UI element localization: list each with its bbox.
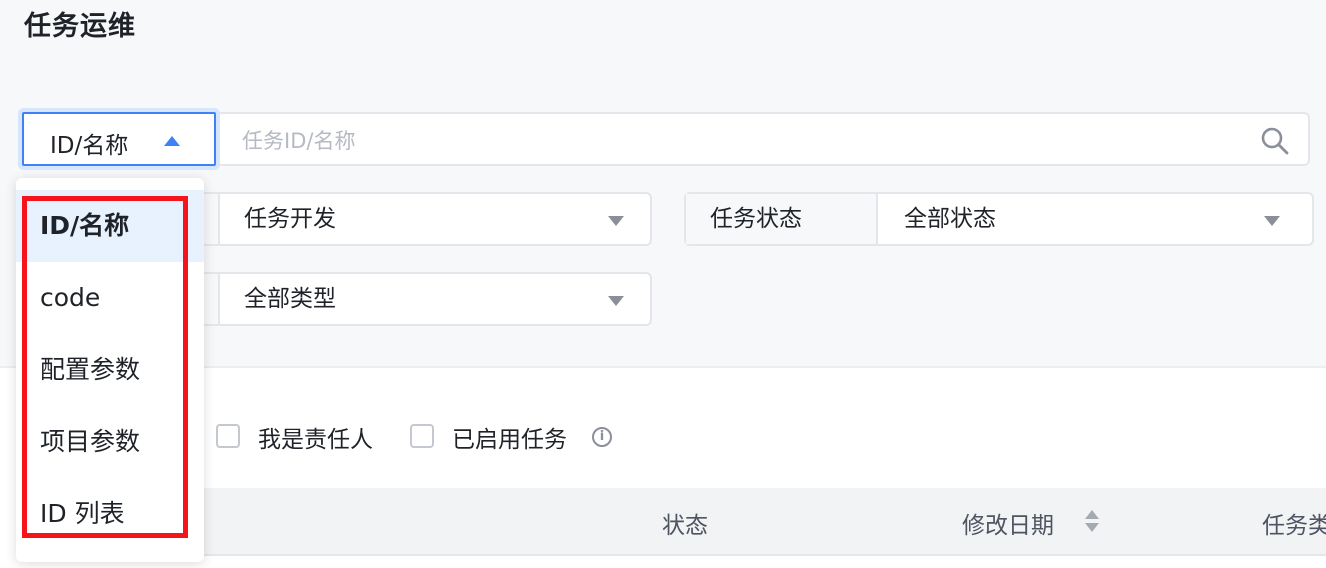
dropdown-option-project-params[interactable]: 项目参数 — [16, 406, 204, 478]
status-filter-select[interactable]: 任务状态 全部状态 — [684, 192, 1314, 246]
dropdown-option-config-params[interactable]: 配置参数 — [16, 334, 204, 406]
enabled-checkbox-box[interactable] — [410, 424, 434, 448]
search-input-wrapper — [220, 112, 1310, 166]
column-header-modified-date[interactable]: 修改日期 — [962, 506, 1054, 540]
column-header-task-type: 任务类 — [1262, 513, 1326, 539]
search-row: ID/名称 — [22, 112, 1312, 168]
search-type-dropdown-menu: ID/名称 code 配置参数 项目参数 ID 列表 — [16, 178, 204, 562]
search-type-value: ID/名称 — [50, 133, 129, 159]
owner-checkbox-box[interactable] — [216, 424, 240, 448]
status-filter-label: 任务状态 — [686, 194, 878, 244]
dropdown-option-id-name[interactable]: ID/名称 — [16, 190, 204, 262]
dropdown-option-id-list[interactable]: ID 列表 — [16, 478, 204, 550]
dropdown-option-code[interactable]: code — [16, 262, 204, 334]
enabled-checkbox-label[interactable]: 已启用任务 — [452, 420, 567, 454]
chevron-down-icon — [608, 216, 624, 226]
project-filter-value: 任务开发 — [244, 206, 336, 232]
type-filter-value: 全部类型 — [244, 286, 336, 312]
status-filter-value: 全部状态 — [904, 206, 996, 232]
chevron-down-icon — [1264, 216, 1280, 226]
page-title: 任务运维 — [24, 11, 136, 42]
sort-icon[interactable] — [1084, 508, 1100, 534]
info-icon[interactable]: i — [592, 427, 612, 447]
table-header: 状态 修改日期 任务类 — [24, 488, 1326, 556]
caret-up-icon — [164, 136, 180, 146]
search-icon[interactable] — [1260, 126, 1290, 156]
owner-checkbox-label[interactable]: 我是责任人 — [258, 420, 373, 454]
search-type-select[interactable]: ID/名称 — [22, 112, 216, 166]
column-header-status: 状态 — [662, 513, 708, 539]
chevron-down-icon — [608, 296, 624, 306]
search-input[interactable] — [240, 124, 1224, 158]
